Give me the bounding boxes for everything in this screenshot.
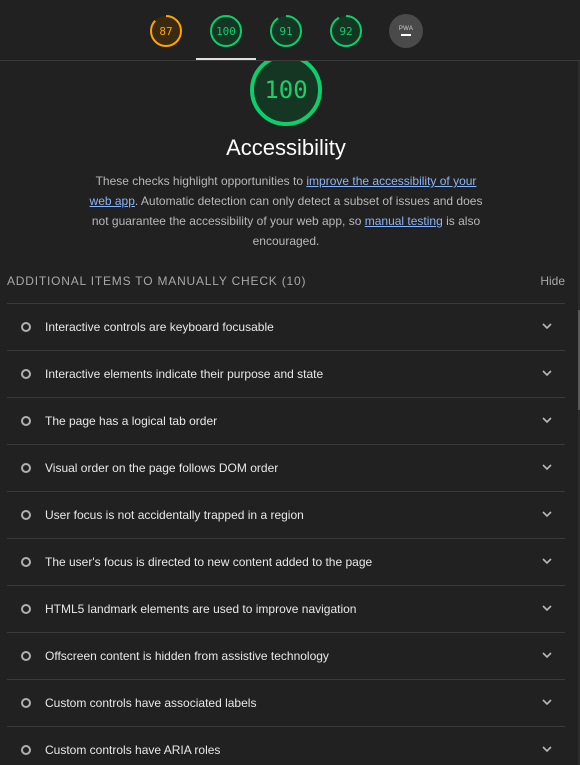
description-text: These checks highlight opportunities to bbox=[95, 174, 307, 188]
manual-checks-title: ADDITIONAL ITEMS TO MANUALLY CHECK (10) bbox=[7, 274, 307, 288]
chevron-down-icon[interactable] bbox=[541, 462, 553, 472]
chevron-down-icon[interactable] bbox=[541, 368, 553, 378]
manual-audit-list: Interactive controls are keyboard focusa… bbox=[7, 303, 565, 765]
category-title: Accessibility bbox=[226, 135, 346, 160]
pwa-label: PWA bbox=[398, 26, 414, 32]
category-score: 100 bbox=[264, 76, 308, 104]
circle-icon bbox=[21, 322, 31, 332]
best-practices-score: 91 bbox=[279, 24, 293, 38]
audit-row[interactable]: Interactive controls are keyboard focusa… bbox=[7, 303, 565, 350]
chevron-down-icon[interactable] bbox=[541, 650, 553, 660]
hide-button[interactable]: Hide bbox=[540, 274, 565, 288]
accessibility-gauge-tab[interactable]: 100 bbox=[209, 14, 243, 48]
audit-title: Visual order on the page follows DOM ord… bbox=[45, 461, 279, 475]
audit-row[interactable]: User focus is not accidentally trapped i… bbox=[7, 491, 565, 538]
circle-icon bbox=[21, 698, 31, 708]
circle-icon bbox=[21, 557, 31, 567]
accessibility-score: 100 bbox=[216, 24, 236, 38]
category-description: These checks highlight opportunities to … bbox=[86, 171, 486, 251]
performance-gauge-tab[interactable]: 87 bbox=[149, 14, 183, 48]
manual-checks-header: ADDITIONAL ITEMS TO MANUALLY CHECK (10) … bbox=[7, 270, 567, 292]
audit-title: Custom controls have ARIA roles bbox=[45, 743, 221, 757]
chevron-down-icon[interactable] bbox=[541, 697, 553, 707]
chevron-down-icon[interactable] bbox=[541, 415, 553, 425]
circle-icon bbox=[21, 369, 31, 379]
audit-row[interactable]: Visual order on the page follows DOM ord… bbox=[7, 444, 565, 491]
circle-icon bbox=[21, 745, 31, 755]
audit-row[interactable]: The page has a logical tab order bbox=[7, 397, 565, 444]
audit-title: The page has a logical tab order bbox=[45, 414, 218, 428]
seo-gauge-tab[interactable]: 92 bbox=[329, 14, 363, 48]
score-nav: 87 100 91 92 PWA bbox=[0, 0, 580, 61]
performance-score: 87 bbox=[159, 24, 173, 38]
audit-title: Interactive controls are keyboard focusa… bbox=[45, 320, 274, 334]
audit-title: The user's focus is directed to new cont… bbox=[45, 555, 373, 569]
audit-title: Offscreen content is hidden from assisti… bbox=[45, 649, 329, 663]
pwa-dash-icon bbox=[401, 34, 411, 36]
lighthouse-report: 87 100 91 92 PWA 100 Accessibility These… bbox=[0, 0, 580, 765]
audit-title: Interactive elements indicate their purp… bbox=[45, 367, 324, 381]
audit-row[interactable]: HTML5 landmark elements are used to impr… bbox=[7, 585, 565, 632]
chevron-down-icon[interactable] bbox=[541, 509, 553, 519]
circle-icon bbox=[21, 463, 31, 473]
best-practices-gauge-tab[interactable]: 91 bbox=[269, 14, 303, 48]
audit-row[interactable]: Custom controls have ARIA roles bbox=[7, 726, 565, 765]
pwa-badge[interactable]: PWA bbox=[389, 14, 423, 48]
audit-row[interactable]: Offscreen content is hidden from assisti… bbox=[7, 632, 565, 679]
seo-score: 92 bbox=[339, 24, 353, 38]
audit-row[interactable]: Custom controls have associated labels bbox=[7, 679, 565, 726]
manual-testing-link[interactable]: manual testing bbox=[365, 214, 443, 228]
category-gauge: 100 bbox=[248, 52, 324, 128]
audit-title: HTML5 landmark elements are used to impr… bbox=[45, 602, 357, 616]
active-tab-indicator bbox=[196, 58, 256, 60]
chevron-down-icon[interactable] bbox=[541, 603, 553, 613]
circle-icon bbox=[21, 604, 31, 614]
chevron-down-icon[interactable] bbox=[541, 556, 553, 566]
chevron-down-icon[interactable] bbox=[541, 744, 553, 754]
chevron-down-icon[interactable] bbox=[541, 321, 553, 331]
audit-row[interactable]: The user's focus is directed to new cont… bbox=[7, 538, 565, 585]
circle-icon bbox=[21, 416, 31, 426]
audit-title: Custom controls have associated labels bbox=[45, 696, 257, 710]
circle-icon bbox=[21, 510, 31, 520]
audit-title: User focus is not accidentally trapped i… bbox=[45, 508, 304, 522]
audit-row[interactable]: Interactive elements indicate their purp… bbox=[7, 350, 565, 397]
circle-icon bbox=[21, 651, 31, 661]
